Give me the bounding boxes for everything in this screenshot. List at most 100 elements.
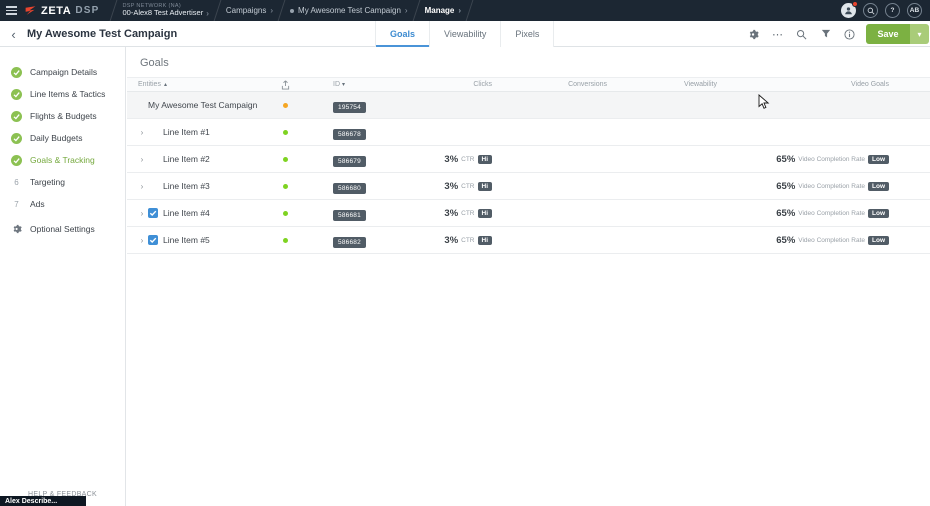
expand-chevron-icon[interactable]: ›	[136, 209, 148, 218]
check-circle-icon	[10, 111, 23, 122]
clicks-value: 3%	[444, 235, 458, 246]
brand-logo[interactable]: ZETA DSP	[22, 4, 105, 17]
breadcrumb-separator	[412, 0, 420, 21]
settings-gear-icon[interactable]	[747, 28, 760, 41]
column-header-share[interactable]	[277, 80, 313, 90]
check-circle-icon	[10, 67, 23, 78]
clicks-metric-label: CTR	[461, 156, 474, 163]
save-button[interactable]: Save	[866, 24, 910, 44]
sort-chevron-icon: ▾	[342, 81, 345, 88]
save-dropdown-caret-icon[interactable]: ▾	[910, 24, 929, 44]
clicks-rating-badge: Hi	[478, 209, 493, 218]
entities-cell: › Line Item #5	[127, 235, 277, 245]
check-circle-icon	[10, 89, 23, 100]
sidebar-item-goals-tracking[interactable]: Goals & Tracking	[0, 149, 125, 171]
id-cell: 586680	[313, 177, 408, 195]
status-cell	[277, 130, 313, 135]
sidebar-item-flights-budgets[interactable]: Flights & Budgets	[0, 105, 125, 127]
video-metric-label: Video Completion Rate	[798, 183, 865, 190]
table-row[interactable]: › Line Item #1 586678	[127, 119, 930, 146]
menu-hamburger-icon[interactable]	[0, 0, 22, 21]
breadcrumb-manage[interactable]: Manage›	[425, 6, 461, 15]
sidebar-item-campaign-details[interactable]: Campaign Details	[0, 61, 125, 83]
table-row[interactable]: › Line Item #5 586682 3% CTR Hi 65% Vide…	[127, 227, 930, 254]
table-row[interactable]: › My Awesome Test Campaign 195754	[127, 92, 930, 119]
video-rating-badge: Low	[868, 182, 889, 191]
column-header-entities[interactable]: Entities ▴	[127, 81, 277, 88]
info-icon[interactable]	[843, 28, 856, 41]
tab-pixels[interactable]: Pixels	[500, 21, 554, 47]
table-row[interactable]: › Line Item #4 586681 3% CTR Hi 65% Vide…	[127, 200, 930, 227]
clicks-rating-badge: Hi	[478, 155, 493, 164]
status-dot-icon	[283, 130, 288, 135]
column-header-clicks[interactable]: Clicks	[408, 81, 503, 88]
breadcrumb-separator	[110, 0, 118, 21]
filter-funnel-icon[interactable]	[819, 28, 832, 41]
expand-chevron-icon[interactable]: ›	[136, 155, 148, 164]
table-body: › My Awesome Test Campaign 195754 › Line…	[127, 92, 930, 254]
sidebar-item-targeting[interactable]: 6 Targeting	[0, 171, 125, 193]
video-goals-cell: 65% Video Completion Rate Low	[728, 208, 930, 219]
tab-label: Goals	[390, 29, 415, 39]
table-row[interactable]: › Line Item #2 586679 3% CTR Hi 65% Vide…	[127, 146, 930, 173]
sidebar-item-ads[interactable]: 7 Ads	[0, 193, 125, 215]
tab-label: Viewability	[444, 29, 486, 39]
column-header-video-goals[interactable]: Video Goals	[728, 81, 930, 88]
column-header-viewability[interactable]: Viewability	[618, 81, 728, 88]
column-header-id[interactable]: ID ▾	[313, 81, 408, 88]
entities-cell: › My Awesome Test Campaign	[127, 100, 277, 110]
bottom-overlay[interactable]: Alex Describe...	[0, 496, 86, 506]
help-icon[interactable]: ?	[885, 3, 900, 18]
search-icon[interactable]	[863, 3, 878, 18]
clicks-rating-badge: Hi	[478, 182, 493, 191]
clicks-value: 3%	[444, 181, 458, 192]
expand-chevron-icon[interactable]: ›	[136, 182, 148, 191]
breadcrumb-separator	[213, 0, 221, 21]
breadcrumb-campaigns[interactable]: Campaigns›	[226, 6, 273, 15]
search-icon[interactable]	[795, 28, 808, 41]
account-person-icon[interactable]	[841, 3, 856, 18]
video-goals-cell: 65% Video Completion Rate Low	[728, 181, 930, 192]
table-row[interactable]: › Line Item #3 586680 3% CTR Hi 65% Vide…	[127, 173, 930, 200]
clicks-metric-label: CTR	[461, 210, 474, 217]
sidebar-item-label: Daily Budgets	[30, 133, 82, 143]
video-value: 65%	[776, 154, 795, 165]
id-badge: 586680	[333, 183, 366, 194]
clicks-cell: 3% CTR Hi	[408, 181, 503, 192]
more-options-icon[interactable]: ⋯	[771, 28, 784, 41]
chevron-right-icon: ›	[405, 7, 408, 15]
id-badge: 195754	[333, 102, 366, 113]
clicks-cell: 3% CTR Hi	[408, 208, 503, 219]
sidebar-items: Campaign Details Line Items & Tactics Fl…	[0, 61, 125, 240]
status-cell	[277, 103, 313, 108]
id-badge: 586681	[333, 210, 366, 221]
sidebar-item-line-items-tactics[interactable]: Line Items & Tactics	[0, 83, 125, 105]
tab-goals[interactable]: Goals	[375, 21, 429, 47]
back-chevron-button[interactable]: ‹	[5, 21, 22, 47]
tab-viewability[interactable]: Viewability	[429, 21, 500, 47]
clicks-metric-label: CTR	[461, 237, 474, 244]
entity-name: Line Item #2	[163, 154, 210, 164]
row-checkbox[interactable]	[148, 208, 160, 218]
video-metric-label: Video Completion Rate	[798, 156, 865, 163]
id-badge: 586679	[333, 156, 366, 167]
video-value: 65%	[776, 181, 795, 192]
sort-asc-icon: ▴	[164, 81, 167, 88]
column-header-conversions[interactable]: Conversions	[503, 81, 618, 88]
id-badge: 586682	[333, 237, 366, 248]
expand-chevron-icon[interactable]: ›	[136, 128, 148, 137]
expand-chevron-icon[interactable]: ›	[136, 236, 148, 245]
avatar[interactable]: AB	[907, 3, 922, 18]
row-checkbox[interactable]	[148, 235, 160, 245]
product-name: DSP	[75, 5, 99, 16]
breadcrumb-campaign[interactable]: My Awesome Test Campaign›	[290, 6, 408, 15]
main-content: Goals Entities ▴ ID ▾ Clicks Conversions…	[127, 47, 930, 506]
sidebar-item-daily-budgets[interactable]: Daily Budgets	[0, 127, 125, 149]
id-cell: 586682	[313, 231, 408, 249]
advertiser-selector[interactable]: DSP NETWORK (NA) 00-Alex8 Test Advertise…	[122, 3, 208, 18]
topbar-actions: ? AB	[841, 3, 930, 18]
sidebar-item-optional-settings[interactable]: Optional Settings	[0, 218, 125, 240]
entity-name: Line Item #3	[163, 181, 210, 191]
clicks-value: 3%	[444, 154, 458, 165]
breadcrumb-separator	[278, 0, 286, 21]
